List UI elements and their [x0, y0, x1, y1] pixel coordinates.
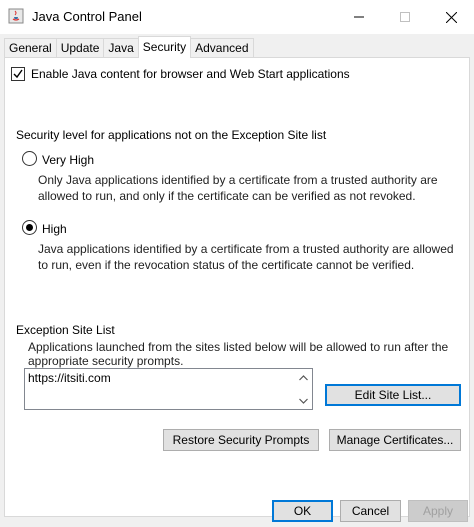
apply-button[interactable]: Apply [408, 500, 468, 522]
scroll-down-button[interactable] [295, 392, 312, 409]
window-title: Java Control Panel [32, 9, 142, 24]
close-icon [445, 11, 457, 23]
restore-security-prompts-button[interactable]: Restore Security Prompts [163, 429, 319, 451]
radio-selected-dot [26, 224, 33, 231]
maximize-button [382, 0, 428, 34]
enable-java-checkbox[interactable] [11, 67, 25, 81]
tab-security[interactable]: Security [137, 36, 192, 58]
site-list-scrollbar[interactable] [295, 369, 312, 409]
high-radio[interactable] [22, 220, 37, 235]
minimize-icon [354, 16, 364, 18]
ok-button[interactable]: OK [272, 500, 333, 522]
high-description-line1: Java applications identified by a certif… [38, 242, 454, 256]
enable-java-label[interactable]: Enable Java content for browser and Web … [31, 66, 350, 82]
dialog-body: General Update Java Security Advanced En… [0, 34, 474, 527]
very-high-label[interactable]: Very High [42, 152, 94, 168]
very-high-description-line1: Only Java applications identified by a c… [38, 173, 438, 187]
tab-update[interactable]: Update [55, 38, 105, 58]
checkmark-icon [13, 69, 23, 79]
very-high-radio[interactable] [22, 151, 37, 166]
close-button[interactable] [428, 0, 474, 34]
scroll-up-button[interactable] [295, 369, 312, 386]
manage-certificates-button[interactable]: Manage Certificates... [329, 429, 461, 451]
exception-site-listbox[interactable]: https://itsiti.com [24, 368, 313, 410]
title-bar[interactable]: Java Control Panel [0, 0, 474, 34]
high-description-line2: to run, even if the revocation status of… [38, 258, 415, 272]
minimize-button[interactable] [336, 0, 382, 34]
edit-site-list-button[interactable]: Edit Site List... [325, 384, 461, 406]
site-list-item[interactable]: https://itsiti.com [28, 370, 111, 386]
maximize-icon [400, 12, 410, 22]
high-label[interactable]: High [42, 221, 67, 237]
tab-general[interactable]: General [4, 38, 57, 58]
chevron-up-icon [299, 374, 308, 380]
exception-site-list-heading: Exception Site List [16, 323, 115, 337]
very-high-description-line2: allowed to run, and only if the certific… [38, 189, 416, 203]
exception-description-line2: appropriate security prompts. [28, 354, 184, 368]
chevron-down-icon [299, 398, 308, 404]
security-level-heading: Security level for applications not on t… [16, 128, 327, 142]
security-panel: Enable Java content for browser and Web … [4, 57, 470, 517]
tab-java[interactable]: Java [103, 38, 139, 58]
cancel-button[interactable]: Cancel [340, 500, 401, 522]
tab-advanced[interactable]: Advanced [190, 38, 254, 58]
java-coffee-icon [8, 8, 24, 24]
tab-strip: General Update Java Security Advanced [4, 36, 254, 58]
